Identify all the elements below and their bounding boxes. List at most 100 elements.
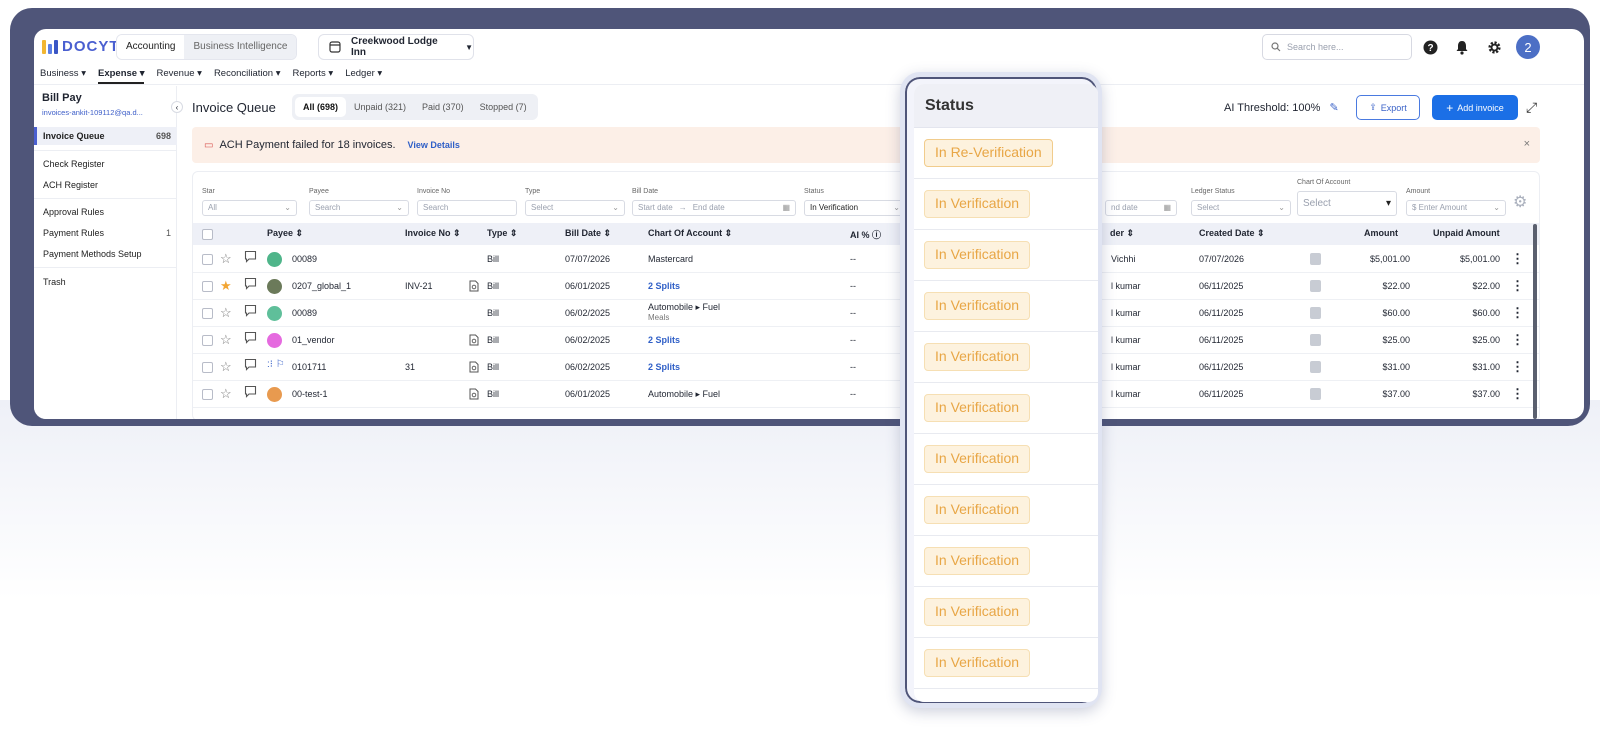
status-row[interactable]: In Verification (914, 281, 1098, 332)
comment-icon[interactable] (244, 385, 257, 400)
ledger-status-icon[interactable] (1310, 334, 1321, 346)
nav-reconciliation[interactable]: Reconciliation ▾ (214, 65, 281, 84)
star-icon[interactable]: ☆ (220, 305, 232, 321)
view-details-link[interactable]: View Details (408, 140, 460, 150)
filter-bill-date[interactable]: Start date → End date ▦ (632, 200, 796, 216)
export-button[interactable]: ⇪ Export (1356, 95, 1420, 120)
row-checkbox[interactable] (202, 362, 213, 373)
star-icon[interactable]: ☆ (220, 359, 232, 375)
splits-link[interactable]: 2 Splits (648, 335, 680, 345)
tab-unpaid[interactable]: Unpaid (321) (346, 97, 414, 117)
row-checkbox[interactable] (202, 335, 213, 346)
table-row[interactable]: ☆ 00089 Bill 07/07/2026 Mastercard -- Vichhi 07… (193, 246, 1539, 273)
select-all-checkbox[interactable] (202, 229, 213, 240)
sidebar-item-payment-rules[interactable]: Payment Rules 1 (34, 224, 177, 242)
col-invoice-no[interactable]: Invoice No ⇕ (405, 228, 461, 239)
star-icon[interactable]: ☆ (220, 386, 232, 402)
col-chart-of-account[interactable]: Chart Of Account ⇕ (648, 228, 732, 239)
more-actions-icon[interactable]: ⋮ (1511, 305, 1524, 321)
status-row[interactable]: In Verification (914, 179, 1098, 230)
more-actions-icon[interactable]: ⋮ (1511, 332, 1524, 348)
star-icon[interactable]: ☆ (220, 332, 232, 348)
business-selector[interactable]: Creekwood Lodge Inn ▼ (318, 34, 474, 60)
nav-business[interactable]: Business ▾ (40, 65, 86, 84)
nav-expense[interactable]: Expense ▾ (97, 65, 145, 84)
ledger-status-icon[interactable] (1310, 388, 1321, 400)
sidebar-email[interactable]: invoices-ankit-109112@qa.d... (42, 108, 143, 117)
filter-payee[interactable]: Search ⌄ (309, 200, 409, 216)
expand-icon[interactable]: ⤢ (1526, 99, 1537, 116)
ledger-status-icon[interactable] (1310, 280, 1321, 292)
status-row[interactable]: In Verification (914, 332, 1098, 383)
status-row[interactable]: In Verification (914, 230, 1098, 281)
filter-end-date-2[interactable]: nd date ▦ (1105, 200, 1177, 216)
col-type[interactable]: Type ⇕ (487, 228, 517, 239)
sidebar-item-trash[interactable]: Trash (34, 273, 177, 291)
sidebar-item-check-register[interactable]: Check Register (34, 155, 177, 173)
row-checkbox[interactable] (202, 281, 213, 292)
filter-type[interactable]: Select ⌄ (525, 200, 625, 216)
docyt-logo[interactable]: DOCYT (42, 38, 120, 55)
table-row[interactable]: ☆:⁝ ⚐ 0101711 31 Bill 06/02/2025 2 Splits -- l … (193, 354, 1539, 381)
close-icon[interactable]: × (1524, 138, 1530, 150)
payee-name[interactable]: 00089 (292, 254, 317, 264)
table-row[interactable]: ☆ 00089 Bill 06/02/2025 Automobile ▸ Fuel Mea… (193, 300, 1539, 327)
filter-status[interactable]: In Verification ⌄ (804, 200, 906, 216)
global-search[interactable]: Search here... (1262, 34, 1412, 60)
ledger-status-icon[interactable] (1310, 307, 1321, 319)
nav-reports[interactable]: Reports ▾ (293, 65, 334, 84)
splits-link[interactable]: 2 Splits (648, 281, 680, 291)
nav-revenue[interactable]: Revenue ▾ (156, 65, 201, 84)
mode-business-intelligence[interactable]: Business Intelligence (184, 35, 297, 59)
sidebar-item-approval-rules[interactable]: Approval Rules (34, 203, 177, 221)
status-row[interactable]: In Verification (914, 638, 1098, 689)
star-icon[interactable]: ★ (220, 278, 232, 294)
tab-stopped[interactable]: Stopped (7) (472, 97, 535, 117)
document-icon[interactable] (469, 334, 479, 348)
document-icon[interactable] (469, 388, 479, 402)
bell-icon[interactable] (1453, 38, 1471, 56)
payee-name[interactable]: 0207_global_1 (292, 281, 351, 291)
more-actions-icon[interactable]: ⋮ (1511, 251, 1524, 267)
comment-icon[interactable] (244, 250, 257, 265)
row-checkbox[interactable] (202, 308, 213, 319)
help-icon[interactable]: ? (1421, 38, 1439, 56)
more-actions-icon[interactable]: ⋮ (1511, 359, 1524, 375)
col-amount[interactable]: Amount (1364, 228, 1398, 238)
star-icon[interactable]: ☆ (220, 251, 232, 267)
col-uploader[interactable]: der ⇕ (1110, 228, 1134, 239)
col-unpaid-amount[interactable]: Unpaid Amount (1433, 228, 1500, 238)
status-row[interactable]: In Verification (914, 383, 1098, 434)
col-ai[interactable]: AI % ⓘ (850, 228, 881, 241)
gear-icon[interactable] (1485, 38, 1503, 56)
col-payee[interactable]: Payee ⇕ (267, 228, 303, 239)
filter-chart-of-account[interactable]: Select ▾ (1297, 191, 1397, 216)
filter-ledger-status[interactable]: Select ⌄ (1191, 200, 1291, 216)
row-checkbox[interactable] (202, 389, 213, 400)
table-row[interactable]: ☆ 01_vendor Bill 06/02/2025 2 Splits -- l kuma… (193, 327, 1539, 354)
col-bill-date[interactable]: Bill Date ⇕ (565, 228, 611, 239)
payee-name[interactable]: 01_vendor (292, 335, 335, 345)
more-actions-icon[interactable]: ⋮ (1511, 386, 1524, 402)
nav-ledger[interactable]: Ledger ▾ (345, 65, 382, 84)
status-row[interactable]: In Verification (914, 587, 1098, 638)
collapse-sidebar-icon[interactable]: ‹ (171, 101, 183, 113)
filter-amount[interactable]: $ Enter Amount ⌄ (1406, 200, 1506, 216)
status-row[interactable]: In Verification (914, 434, 1098, 485)
filter-invoice-no[interactable]: Search (417, 200, 517, 216)
table-row[interactable]: ★ 0207_global_1 INV-21 Bill 06/01/2025 2 Spli… (193, 273, 1539, 300)
payee-name[interactable]: 0101711 (292, 362, 326, 372)
ledger-status-icon[interactable] (1310, 361, 1321, 373)
table-scrollbar[interactable] (1533, 224, 1537, 419)
tab-paid[interactable]: Paid (370) (414, 97, 472, 117)
more-actions-icon[interactable]: ⋮ (1511, 278, 1524, 294)
comment-icon[interactable] (244, 277, 257, 292)
splits-link[interactable]: 2 Splits (648, 362, 680, 372)
mode-accounting[interactable]: Accounting (117, 35, 185, 59)
status-row[interactable]: In Verification (914, 485, 1098, 536)
filter-star[interactable]: All ⌄ (202, 200, 297, 216)
document-icon[interactable] (469, 280, 479, 294)
filter-settings-icon[interactable]: ⚙ (1513, 192, 1527, 212)
document-icon[interactable] (469, 361, 479, 375)
payee-name[interactable]: 00-test-1 (292, 389, 328, 399)
